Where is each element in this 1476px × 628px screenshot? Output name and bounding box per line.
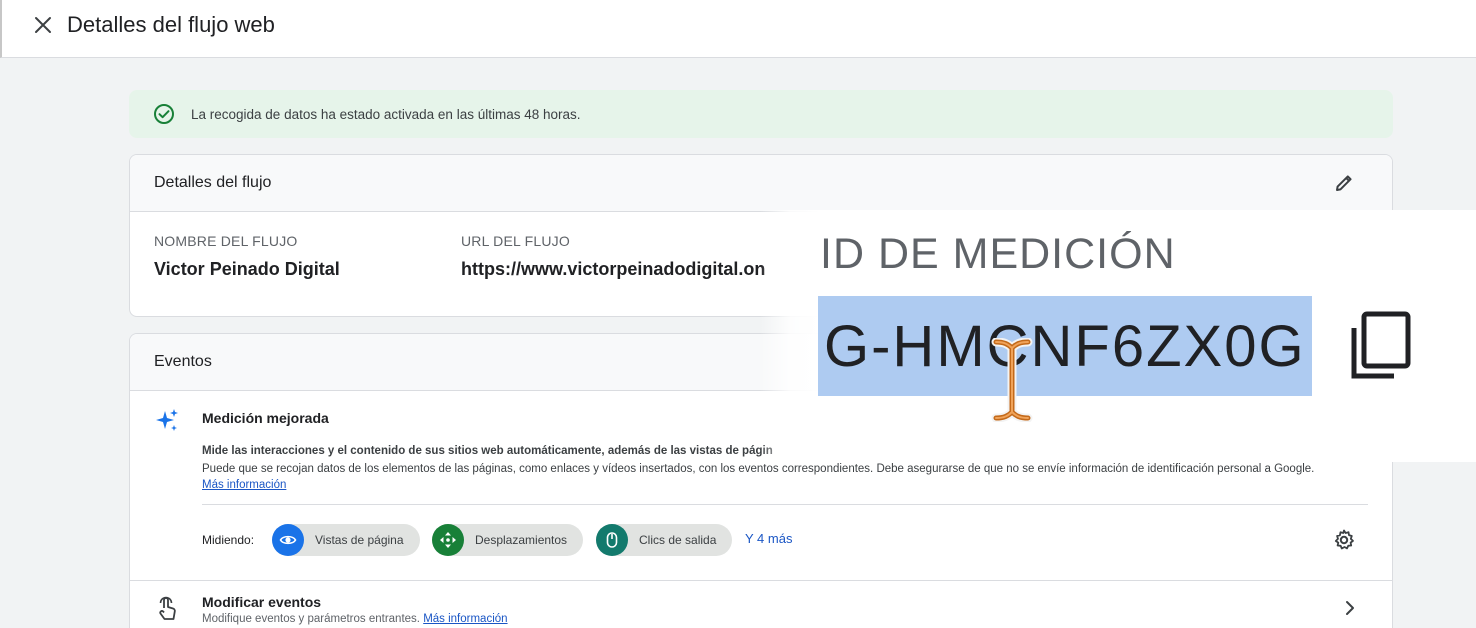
chip-scrolls-label: Desplazamientos xyxy=(475,533,568,547)
copy-measurement-id-button[interactable] xyxy=(1348,310,1412,387)
modify-events-open-button[interactable] xyxy=(1342,600,1358,621)
edit-stream-button[interactable] xyxy=(1332,171,1356,195)
enhanced-measurement-note: Puede que se recojan datos de los elemen… xyxy=(202,461,1322,493)
stream-name-value: Victor Peinado Digital xyxy=(154,259,340,279)
data-collection-alert: La recogida de datos ha estado activada … xyxy=(129,90,1393,138)
mouse-icon xyxy=(606,532,618,548)
enhanced-measurement-note-text: Puede que se recojan datos de los elemen… xyxy=(202,463,1315,475)
chevron-right-icon xyxy=(1346,601,1354,615)
stream-details-heading: Detalles del flujo xyxy=(154,174,272,191)
pencil-icon xyxy=(1336,175,1352,191)
measurement-id-zoom: ID DE MEDICIÓN G-HMCNF6ZX0G xyxy=(760,210,1476,462)
modify-events-title[interactable]: Modificar eventos xyxy=(202,594,321,610)
chip-page-views-label: Vistas de página xyxy=(315,533,404,547)
eye-icon xyxy=(279,535,297,545)
gear-icon xyxy=(1334,529,1354,550)
measurement-id-value[interactable]: G-HMCNF6ZX0G xyxy=(824,313,1306,380)
measurement-id-label: ID DE MEDICIÓN xyxy=(820,230,1176,278)
chip-page-views-icon-wrap xyxy=(272,524,304,556)
stream-url-value: https://www.victorpeinadodigital.on xyxy=(461,259,766,279)
more-events-link[interactable]: Y 4 más xyxy=(745,531,792,546)
events-heading: Eventos xyxy=(154,353,212,370)
enhanced-measurement-title: Medición mejorada xyxy=(202,410,329,426)
move-arrows-icon xyxy=(440,532,456,548)
chip-scrolls[interactable]: Desplazamientos xyxy=(432,524,584,556)
close-icon xyxy=(35,17,51,33)
chip-page-views[interactable]: Vistas de página xyxy=(272,524,420,556)
enhanced-measurement-description: Mide las interacciones y el contenido de… xyxy=(202,445,773,457)
divider xyxy=(202,504,1368,505)
stream-url-label: URL DEL FLUJO xyxy=(461,233,570,249)
touch-icon xyxy=(159,596,176,620)
modify-events-description: Modifique eventos y parámetros entrantes… xyxy=(202,613,508,625)
chip-scrolls-icon-wrap xyxy=(432,524,464,556)
measurement-id-selection[interactable]: G-HMCNF6ZX0G xyxy=(818,296,1312,396)
page-title: Detalles del flujo web xyxy=(67,12,275,37)
close-button[interactable] xyxy=(30,12,56,38)
stream-details-header: Detalles del flujo xyxy=(130,155,1392,212)
alert-text: La recogida de datos ha estado activada … xyxy=(191,106,581,122)
chip-outbound-clicks-icon-wrap xyxy=(596,524,628,556)
enhanced-learn-more-link[interactable]: Más información xyxy=(202,479,286,491)
modify-events-description-text: Modifique eventos y parámetros entrantes… xyxy=(202,613,420,625)
enhanced-settings-button[interactable] xyxy=(1332,528,1356,557)
measuring-label: Midiendo: xyxy=(202,533,255,547)
chip-outbound-clicks[interactable]: Clics de salida xyxy=(596,524,733,556)
text-cursor-icon xyxy=(991,338,1033,422)
copy-icon xyxy=(1351,311,1411,379)
check-circle-icon xyxy=(154,104,174,124)
stream-name-label: NOMBRE DEL FLUJO xyxy=(154,233,298,249)
chip-outbound-clicks-label: Clics de salida xyxy=(639,533,717,547)
row-separator xyxy=(130,580,1392,581)
top-bar: Detalles del flujo web xyxy=(0,0,1476,58)
sparkle-icon xyxy=(156,409,178,431)
modify-learn-more-link[interactable]: Más información xyxy=(423,613,507,625)
